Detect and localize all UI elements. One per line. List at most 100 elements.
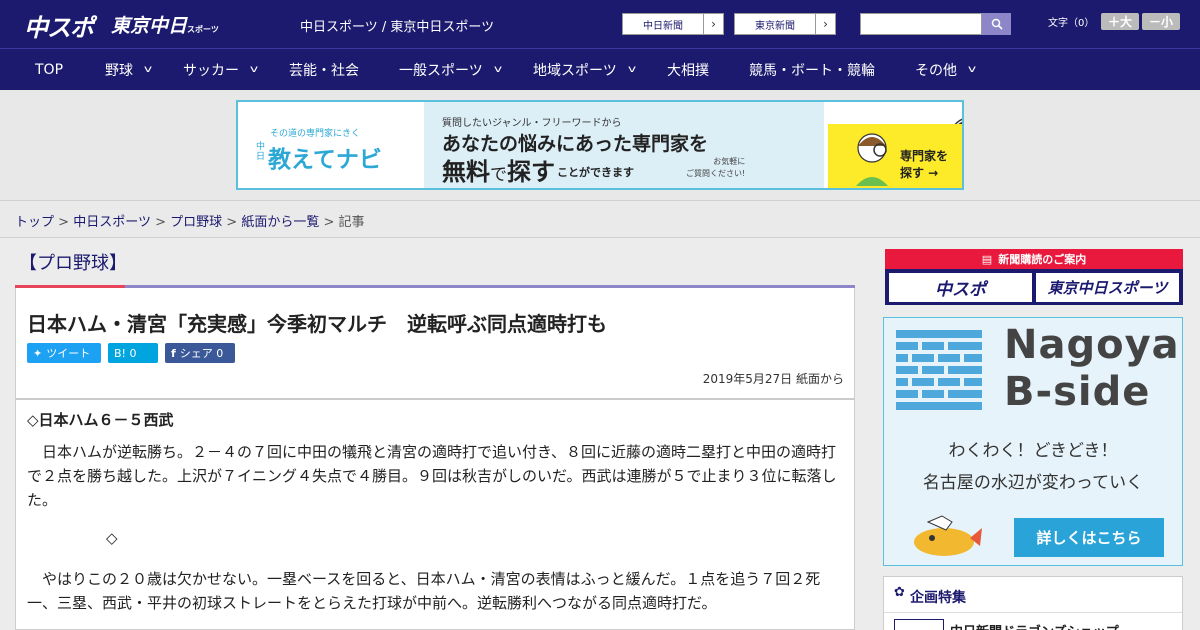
facebook-icon: f bbox=[171, 346, 176, 360]
nav-label: 地域スポーツ bbox=[533, 62, 617, 79]
breadcrumb-separator: > bbox=[226, 215, 238, 230]
banner-line3: 無料で探す bbox=[442, 152, 555, 187]
breadcrumb: トップ > 中日スポーツ > プロ野球 > 紙面から一覧 > 記事 bbox=[15, 211, 365, 230]
nav-item-soccer[interactable]: サッカー v bbox=[183, 49, 259, 90]
breadcrumb-pro-baseball[interactable]: プロ野球 bbox=[170, 215, 222, 230]
nagoya-bside-ad[interactable]: Nagoya B-side わくわく！どきどき！ 名古屋の水辺が変わっていく 詳し… bbox=[883, 317, 1183, 566]
nav-label: 大相撲 bbox=[667, 62, 709, 79]
subscribe-chuspo-button[interactable]: 中スポ bbox=[889, 273, 1032, 302]
brick-wall-icon bbox=[896, 330, 982, 410]
tweet-label: ツイート bbox=[46, 347, 91, 360]
subscription-box: ▤ 新聞購読のご案内 中スポ 東京中日スポーツ bbox=[885, 249, 1183, 305]
nav-label: その他 bbox=[915, 62, 957, 79]
nav-label: 一般スポーツ bbox=[399, 62, 483, 79]
article-column: 【プロ野球】 日本ハム・清宮「充実感」今季初マルチ 逆転呼ぶ同点適時打も ✦ ツイ… bbox=[15, 239, 855, 630]
newspaper-icon: ▤ bbox=[981, 252, 993, 266]
font-bigger-button[interactable]: ＋大 bbox=[1101, 13, 1139, 30]
breadcrumb-bar: トップ > 中日スポーツ > プロ野球 > 紙面から一覧 > 記事 bbox=[0, 200, 1200, 238]
search-input[interactable] bbox=[860, 13, 982, 35]
facebook-share-button[interactable]: f シェア 0 bbox=[165, 343, 235, 363]
nav-item-racing[interactable]: 競馬・ボート・競輪 bbox=[749, 49, 875, 90]
nagoya-tagline-2: 名古屋の水辺が変わっていく bbox=[922, 473, 1144, 493]
chevron-down-icon: v bbox=[249, 64, 259, 75]
article-paragraph-2: やはりこの２０歳は欠かせない。一塁ベースを回ると、日本ハム・清宮の表情はふっと緩… bbox=[27, 570, 821, 612]
nav-item-sumo[interactable]: 大相撲 bbox=[667, 49, 709, 90]
breadcrumb-from-paper[interactable]: 紙面から一覧 bbox=[241, 215, 319, 230]
section-separator: ◇ bbox=[106, 529, 118, 547]
article-paragraph-1: 日本ハムが逆転勝ち。２－４の７回に中田の犠飛と清宮の適時打で追い付き、８回に近藤… bbox=[27, 443, 837, 509]
banner-free: 無料 bbox=[442, 158, 490, 186]
nagoya-title-line1: Nagoya bbox=[1004, 322, 1180, 368]
banner-brand-prefix: 中日 bbox=[256, 142, 266, 162]
nav-item-entertainment[interactable]: 芸能・社会 bbox=[289, 49, 359, 90]
nagoya-bside-title: Nagoya B-side bbox=[1004, 322, 1180, 416]
breadcrumb-separator: > bbox=[323, 215, 335, 230]
font-smaller-button[interactable]: －小 bbox=[1142, 13, 1180, 30]
tokyo-chunichi-logo[interactable]: 東京中日スポーツ bbox=[111, 11, 219, 38]
nav-label: 競馬・ボート・競輪 bbox=[749, 62, 875, 79]
article-headline: 日本ハム・清宮「充実感」今季初マルチ 逆転呼ぶ同点適時打も bbox=[27, 312, 607, 336]
feature-item-dragons-shop[interactable]: 中日新聞ドラゴンズショップ bbox=[950, 621, 1119, 630]
chevron-down-icon: v bbox=[627, 64, 636, 75]
top-header: 中スポ 東京中日スポーツ 中日スポーツ / 東京中日スポーツ 中日新聞 › 東京… bbox=[0, 0, 1200, 48]
article-header: 日本ハム・清宮「充実感」今季初マルチ 逆転呼ぶ同点適時打も ✦ ツイート B! 0… bbox=[15, 288, 855, 399]
search-button[interactable] bbox=[982, 13, 1011, 35]
chevron-down-icon: v bbox=[493, 64, 502, 75]
tokyo-logo-text: 東京中日 bbox=[111, 15, 188, 37]
nav-label: 芸能・社会 bbox=[289, 62, 359, 79]
nav-item-top[interactable]: TOP bbox=[35, 49, 63, 90]
banner-brand: 教えてナビ bbox=[268, 147, 382, 173]
feature-divider bbox=[884, 612, 1182, 613]
banner-cta-line1: 専門家を bbox=[900, 149, 949, 163]
site-links[interactable]: 中日スポーツ / 東京中日スポーツ bbox=[300, 16, 494, 35]
search-icon bbox=[991, 18, 1003, 30]
chevron-down-icon: v bbox=[143, 64, 153, 75]
facebook-label: シェア 0 bbox=[179, 347, 224, 360]
nav-label: TOP bbox=[35, 61, 64, 78]
feature-title: 企画特集 bbox=[910, 590, 966, 606]
chunichi-shimbun-label: 中日新聞 bbox=[643, 20, 683, 32]
ribbon-icon: ✿ bbox=[894, 585, 905, 600]
chunichi-shimbun-button[interactable]: 中日新聞 › bbox=[622, 13, 724, 35]
nav-item-general-sports[interactable]: 一般スポーツ v bbox=[399, 49, 502, 90]
chevron-right-icon: › bbox=[703, 14, 723, 34]
subscription-header-label: 新聞購読のご案内 bbox=[998, 253, 1087, 266]
chuspo-logo[interactable]: 中スポ bbox=[24, 8, 94, 43]
nav-item-local-sports[interactable]: 地域スポーツ v bbox=[533, 49, 636, 90]
category-title: 【プロ野球】 bbox=[19, 253, 127, 274]
banner-line5b: ご質問ください! bbox=[686, 169, 746, 178]
nagoya-details-button[interactable]: 詳しくはこちら bbox=[1014, 518, 1164, 557]
tweet-button[interactable]: ✦ ツイート bbox=[27, 343, 101, 363]
nav-item-other[interactable]: その他 v bbox=[915, 49, 976, 90]
banner-de: で bbox=[490, 165, 507, 185]
nav-item-baseball[interactable]: 野球 v bbox=[105, 49, 153, 90]
woman-illustration-icon bbox=[856, 133, 888, 186]
subscribe-tokyo-button[interactable]: 東京中日スポーツ bbox=[1036, 273, 1179, 302]
banner-brand-panel: その道の専門家にきく 中日 教えてナビ bbox=[238, 102, 424, 188]
breadcrumb-chunichi-sports[interactable]: 中日スポーツ bbox=[73, 215, 151, 230]
chevron-right-icon: › bbox=[815, 14, 835, 34]
breadcrumb-top[interactable]: トップ bbox=[15, 215, 54, 230]
hatena-bookmark-button[interactable]: B! 0 bbox=[108, 343, 158, 363]
banner-line1: 質問したいジャンル・フリーワードから bbox=[442, 118, 622, 129]
sidebar: ▤ 新聞購読のご案内 中スポ 東京中日スポーツ Nagoya B-side わくわく… bbox=[883, 239, 1183, 630]
banner-cta-panel[interactable]: 専門家を探す → bbox=[828, 124, 962, 188]
tokyo-shimbun-label: 東京新聞 bbox=[755, 20, 795, 32]
twitter-icon: ✦ bbox=[33, 346, 43, 360]
tokyo-shimbun-button[interactable]: 東京新聞 › bbox=[734, 13, 836, 35]
banner-cta-line2: 探す → bbox=[900, 166, 939, 180]
article-date: 2019年5月27日 紙面から bbox=[702, 372, 844, 386]
banner-line4: ことができます bbox=[557, 166, 634, 179]
banner-line5a: お気軽に bbox=[713, 157, 746, 166]
nagoya-title-line2: B-side bbox=[1004, 369, 1151, 415]
banner-small-text: その道の専門家にきく bbox=[270, 129, 361, 139]
oshiete-navi-banner[interactable]: その道の専門家にきく 中日 教えてナビ 質問したいジャンル・フリーワードから あ… bbox=[236, 100, 964, 190]
breadcrumb-separator: > bbox=[155, 215, 166, 230]
banner-line5: お気軽にご質問ください! bbox=[686, 156, 745, 180]
breadcrumb-separator: > bbox=[58, 215, 70, 230]
nagoya-tagline-1: わくわく！どきどき！ bbox=[948, 441, 1118, 461]
ebifurai-mascot-icon bbox=[914, 515, 982, 556]
nav-label: 野球 bbox=[105, 62, 133, 79]
tokyo-logo-sub: スポーツ bbox=[187, 25, 219, 34]
font-size-label: 文字（0） bbox=[1048, 18, 1095, 29]
